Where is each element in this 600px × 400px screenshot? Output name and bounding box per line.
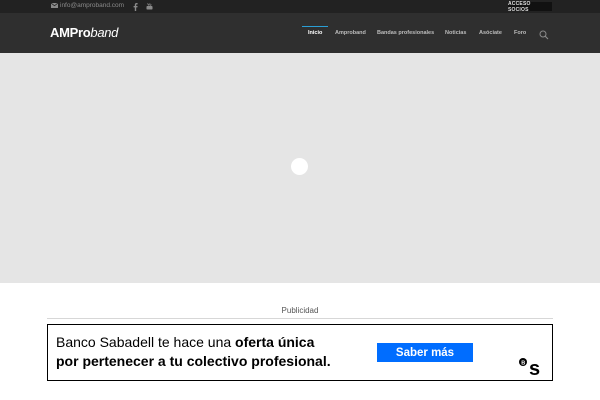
nav-item-bandas-profesionales[interactable]: Bandas profesionales (377, 13, 434, 53)
ad-banner[interactable]: Banco Sabadell te hace una oferta única … (47, 324, 553, 381)
ad-headline-bold: oferta única (235, 334, 315, 350)
ad-label: Publicidad (281, 306, 319, 315)
ad-divider (47, 318, 553, 319)
nav-item-asociate[interactable]: Asóciate (479, 13, 502, 53)
email-link[interactable]: info@amproband.com (51, 2, 124, 9)
ad-headline-line1: Banco Sabadell te hace una oferta única (56, 334, 314, 350)
nav-item-inicio[interactable]: Inicio (308, 13, 322, 53)
logo-band-text: band (90, 25, 119, 40)
banco-sabadell-logo: Bs (518, 354, 544, 380)
site-header: AMProband Inicio Amproband Bandas profes… (0, 13, 600, 53)
email-text: info@amproband.com (60, 2, 125, 9)
saber-mas-button[interactable]: Saber más (377, 343, 473, 362)
nav-item-foro[interactable]: Foro (514, 13, 526, 53)
search-icon[interactable] (539, 27, 549, 40)
envelope-icon (51, 3, 58, 8)
ad-headline-line2: por pertenecer a tu colectivo profesiona… (56, 353, 331, 369)
loading-spinner (291, 158, 308, 175)
top-bar: info@amproband.com ACCESO SOCIOS (0, 0, 600, 13)
facebook-icon[interactable] (131, 2, 140, 11)
svg-text:s: s (529, 358, 540, 376)
site-logo[interactable]: AMProband (50, 25, 118, 40)
logo-amp-text: AMPro (50, 25, 91, 40)
youtube-icon[interactable] (145, 2, 154, 11)
nav-item-amproband[interactable]: Amproband (335, 13, 366, 53)
svg-text:B: B (521, 360, 525, 366)
nav-item-noticias[interactable]: Noticias (445, 13, 466, 53)
ad-headline-prefix: Banco Sabadell te hace una (56, 334, 236, 350)
acceso-socios-button[interactable]: ACCESO SOCIOS (508, 1, 552, 13)
